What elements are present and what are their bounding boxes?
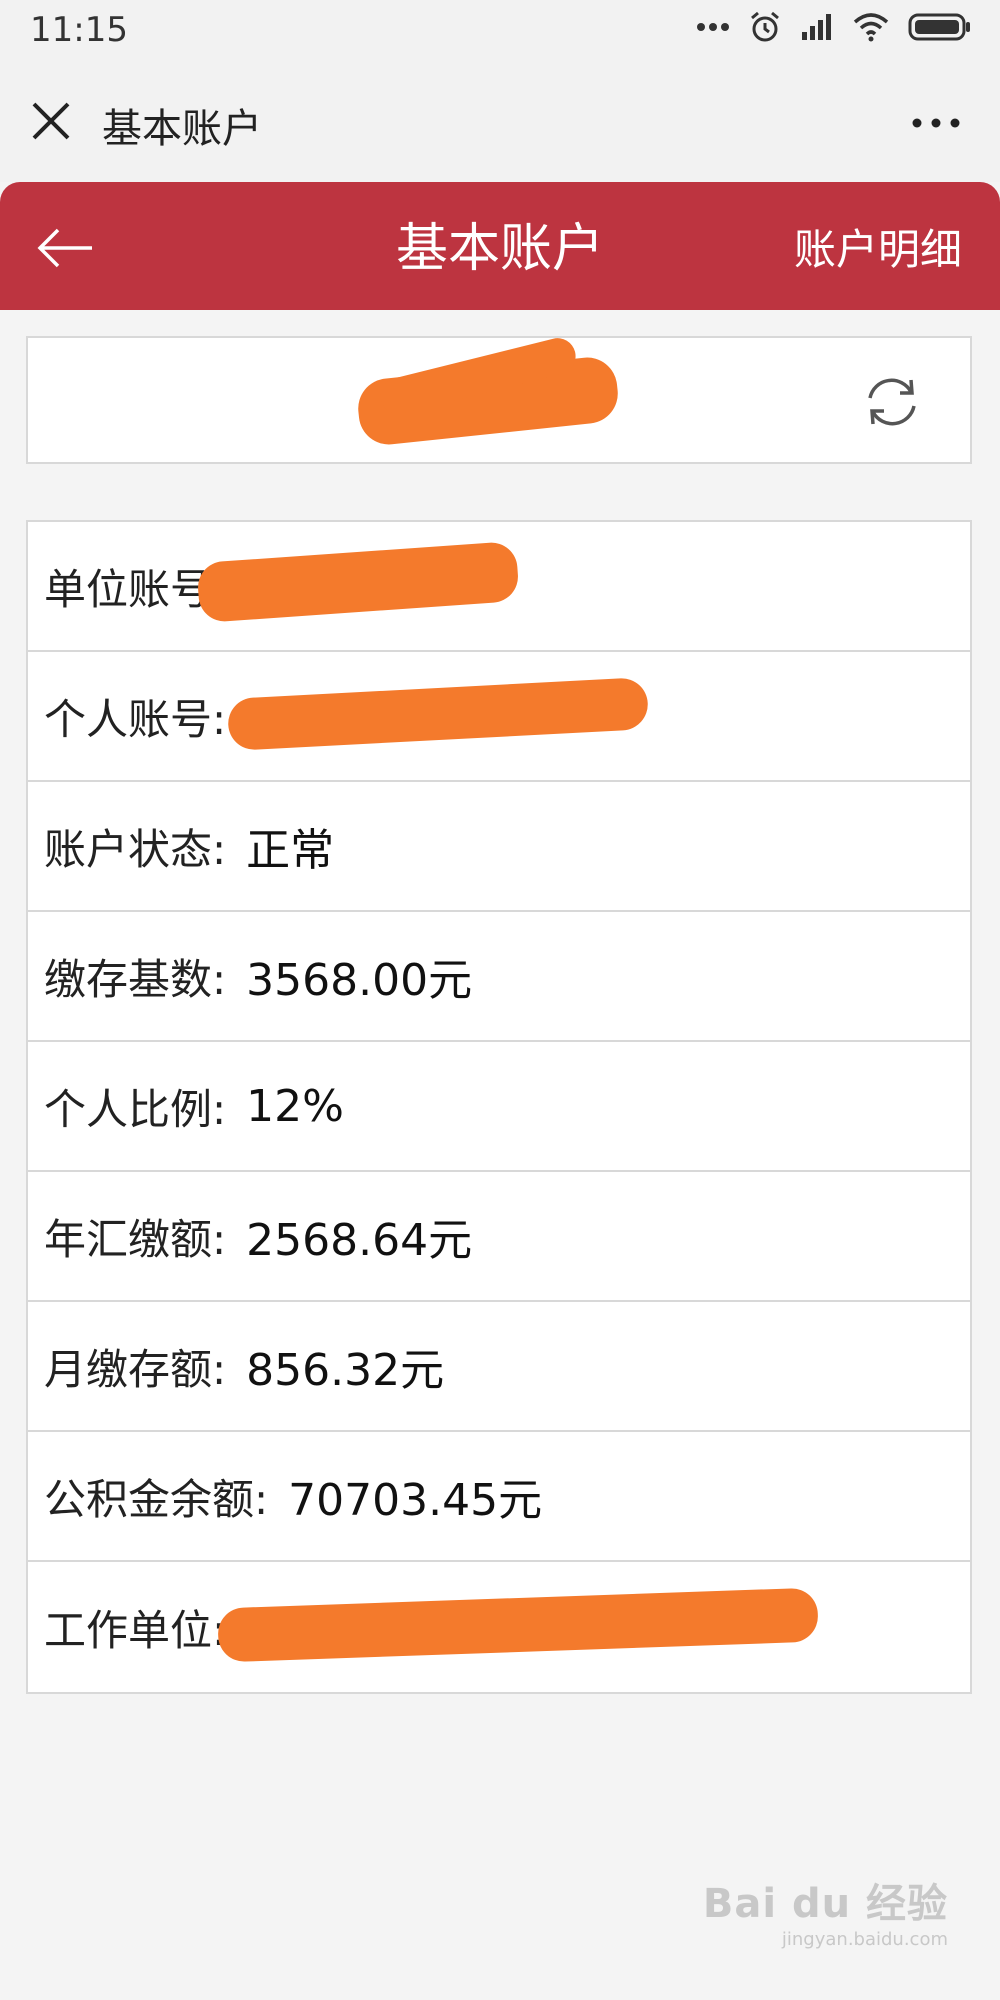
info-label: 公积金余额:: [44, 1474, 269, 1524]
more-dots-icon: [697, 23, 729, 31]
battery-icon: [908, 13, 970, 41]
info-row-annual-amount: 年汇缴额: 2568.64元: [28, 1172, 970, 1302]
refresh-icon[interactable]: [862, 372, 922, 432]
page-header: 基本账户 账户明细: [0, 182, 1000, 310]
info-label: 工作单位:: [44, 1605, 227, 1655]
info-value: 856.32元: [246, 1345, 445, 1396]
alarm-icon: [751, 11, 779, 42]
top-bar-title: 基本账户: [102, 106, 262, 152]
status-bar: 11:15: [0, 0, 1000, 64]
signal-icon: [802, 14, 831, 40]
close-icon[interactable]: [28, 98, 74, 144]
account-detail-link[interactable]: 账户明细: [794, 216, 962, 277]
info-value: 正常: [246, 825, 335, 876]
wifi-icon: [853, 13, 889, 42]
info-value: 2568.64元: [246, 1215, 473, 1266]
watermark-url: jingyan.baidu.com: [781, 1929, 948, 1950]
account-holder-card: [26, 334, 972, 464]
info-value: 3568.00元: [246, 955, 473, 1006]
watermark: Bai du 经验 jingyan.baidu.com: [703, 1871, 948, 1950]
status-icons: [696, 10, 972, 44]
top-bar: 基本账户: [0, 64, 1000, 182]
info-label: 账户状态:: [44, 824, 227, 874]
info-row-balance: 公积金余额: 70703.45元: [28, 1432, 970, 1562]
info-value: 70703.45元: [288, 1475, 543, 1526]
info-row-unit-account: 单位账号:: [28, 522, 970, 652]
info-label: 个人比例:: [44, 1084, 227, 1134]
watermark-logo: Bai du 经验: [702, 1881, 948, 1927]
more-icon[interactable]: [910, 116, 962, 130]
info-row-monthly-amount: 月缴存额: 856.32元: [28, 1302, 970, 1432]
account-info-list: 单位账号: 个人账号: 账户状态: 正常 缴存基数: 3568.00元 个人比例…: [26, 520, 972, 1694]
redacted-employer: [217, 1587, 819, 1663]
info-label: 个人账号:: [44, 694, 227, 744]
info-row-personal-account: 个人账号:: [28, 652, 970, 782]
status-time: 11:15: [30, 10, 128, 50]
info-label: 缴存基数:: [44, 954, 227, 1004]
info-label: 年汇缴额:: [44, 1214, 227, 1264]
redacted-personal-account: [226, 677, 650, 751]
info-row-deposit-base: 缴存基数: 3568.00元: [28, 912, 970, 1042]
redacted-unit-account: [196, 540, 520, 624]
info-row-employer: 工作单位:: [28, 1562, 970, 1692]
info-value: 12%: [246, 1080, 344, 1132]
info-row-status: 账户状态: 正常: [28, 782, 970, 912]
info-label: 月缴存额:: [44, 1344, 227, 1394]
back-arrow-icon[interactable]: [36, 226, 94, 270]
info-row-personal-ratio: 个人比例: 12%: [28, 1042, 970, 1172]
